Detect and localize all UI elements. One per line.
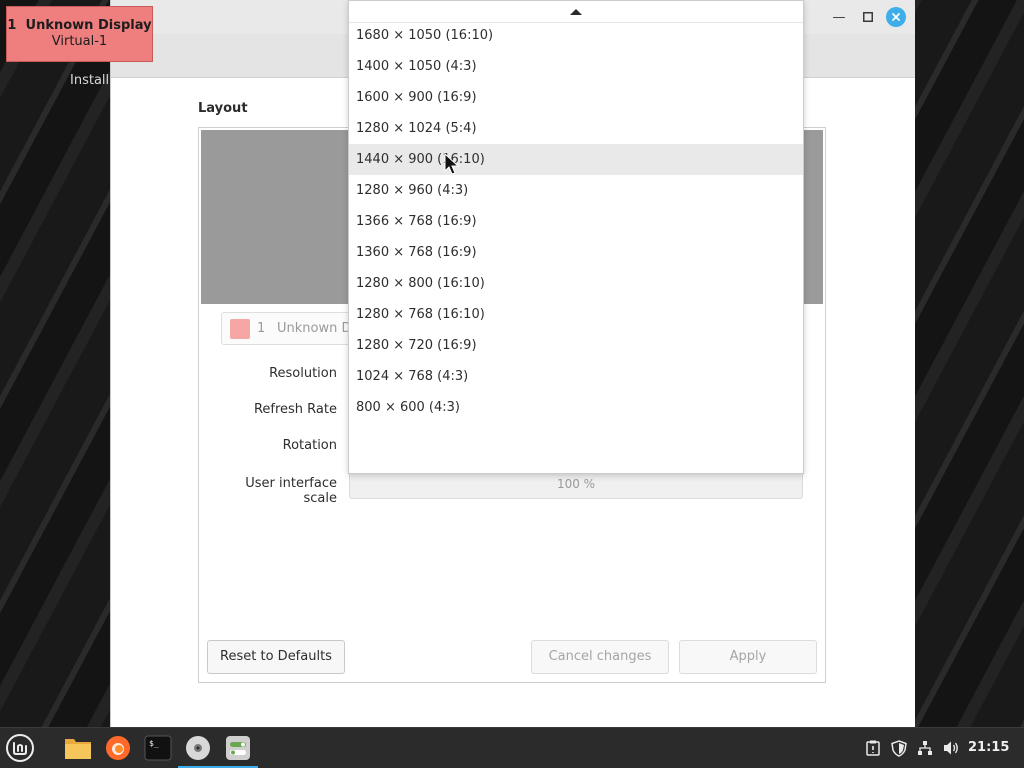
resolution-option[interactable]: 800 × 600 (4:3) [349, 392, 803, 423]
resolution-option[interactable]: 1280 × 800 (16:10) [349, 268, 803, 299]
clipboard-icon[interactable] [864, 739, 882, 757]
ui-scale-slider[interactable]: 100 % [349, 470, 803, 499]
display-name: Unknown D [277, 321, 352, 336]
resolution-option[interactable]: 1366 × 768 (16:9) [349, 206, 803, 237]
resolution-label: Resolution [269, 366, 337, 381]
display-number: 1 [257, 321, 266, 336]
arrow-up-icon [570, 8, 582, 15]
display-settings-icon[interactable] [222, 732, 254, 764]
resolution-option[interactable]: 1680 × 1050 (16:10) [349, 20, 803, 51]
files-icon[interactable] [62, 732, 94, 764]
window-header-partial-label: Install [70, 73, 110, 88]
minimize-icon[interactable]: — [829, 7, 849, 27]
shield-icon[interactable] [890, 739, 908, 757]
taskbar: $_ 21:15 [0, 727, 1024, 768]
terminal-icon[interactable]: $_ [142, 732, 174, 764]
volume-icon[interactable] [942, 739, 960, 757]
resolution-option[interactable]: 1400 × 1050 (4:3) [349, 51, 803, 82]
identifier-display-name: Unknown Display [25, 18, 152, 33]
firefox-icon[interactable] [102, 732, 134, 764]
clock[interactable]: 21:15 [968, 740, 1009, 755]
resolution-option[interactable]: 1280 × 720 (16:9) [349, 330, 803, 361]
identifier-connector: Virtual-1 [51, 34, 108, 49]
reset-to-defaults-button[interactable]: Reset to Defaults [207, 640, 345, 674]
close-icon[interactable] [886, 7, 906, 27]
ui-scale-label: User interface scale [245, 476, 337, 506]
mouse-pointer-icon [444, 153, 460, 175]
maximize-icon[interactable] [858, 7, 878, 27]
resolution-option[interactable]: 1280 × 960 (4:3) [349, 175, 803, 206]
display-color-swatch [230, 319, 250, 339]
refresh-rate-label: Refresh Rate [253, 402, 337, 417]
svg-text:$_: $_ [149, 739, 159, 748]
apply-button[interactable]: Apply [679, 640, 817, 674]
display-selector[interactable]: 1 Unknown D [221, 312, 361, 345]
resolution-option[interactable]: 1280 × 1024 (5:4) [349, 113, 803, 144]
resolution-dropdown-popup: 1680 × 1050 (16:10) 1400 × 1050 (4:3) 16… [348, 0, 804, 474]
resolution-option[interactable]: 1360 × 768 (16:9) [349, 237, 803, 268]
disc-icon[interactable] [182, 732, 214, 764]
resolution-option[interactable]: 1280 × 768 (16:10) [349, 299, 803, 330]
display-identifier-overlay: 1 Unknown Display Virtual-1 [6, 6, 153, 62]
mint-menu-icon[interactable] [4, 732, 36, 764]
network-icon[interactable] [916, 739, 934, 757]
resolution-option[interactable]: 1024 × 768 (4:3) [349, 361, 803, 392]
cancel-changes-button[interactable]: Cancel changes [531, 640, 669, 674]
resolution-options-list: 1680 × 1050 (16:10) 1400 × 1050 (4:3) 16… [349, 20, 803, 423]
layout-section-title: Layout [198, 101, 248, 116]
rotation-label: Rotation [282, 438, 337, 453]
resolution-option[interactable]: 1600 × 900 (16:9) [349, 82, 803, 113]
identifier-number: 1 [7, 18, 17, 33]
resolution-option[interactable]: 1440 × 900 (16:10) [349, 144, 803, 175]
